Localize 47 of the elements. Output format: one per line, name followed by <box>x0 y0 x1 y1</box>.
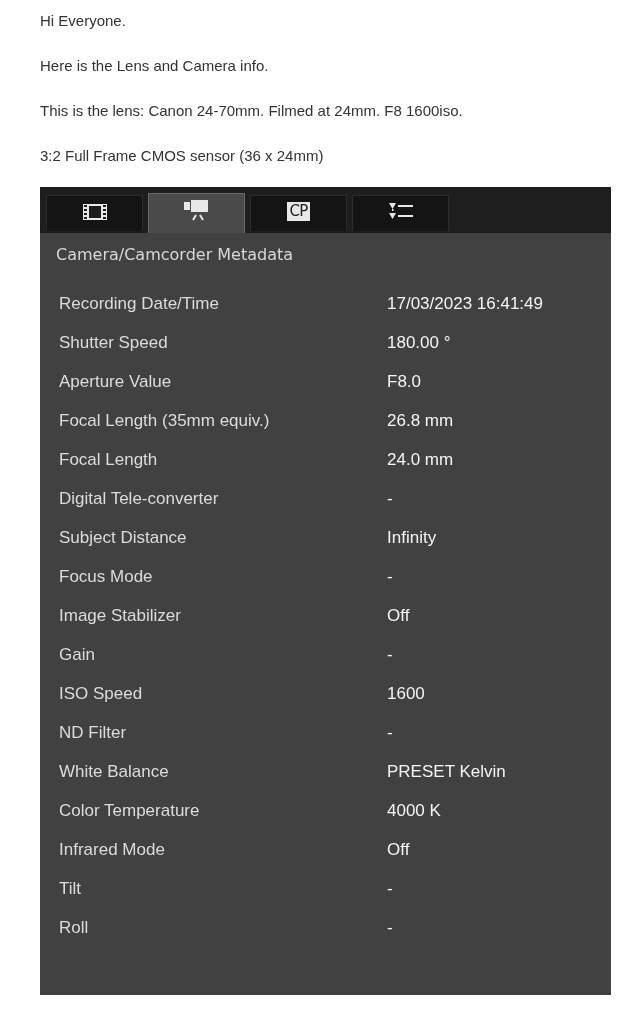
field-label: Recording Date/Time <box>59 293 220 315</box>
field-label: Gain <box>59 644 96 666</box>
tab[interactable]: CP <box>250 195 347 231</box>
paragraph: 3:2 Full Frame CMOS sensor (36 x 24mm) <box>40 146 325 166</box>
field-value: F8.0 <box>387 371 422 393</box>
field-label: Focus Mode <box>59 566 154 588</box>
field-label: Roll <box>59 917 90 939</box>
field-value: 1600 <box>387 683 425 705</box>
field-value: 24.0 mm <box>387 449 454 471</box>
tab[interactable] <box>148 193 245 233</box>
field-label: Infrared Mode <box>59 839 166 861</box>
field-value: Infinity <box>387 527 437 549</box>
field-value: Off <box>387 839 410 861</box>
field-value: Off <box>387 605 410 627</box>
field-label: Focal Length <box>59 449 159 471</box>
paragraph: This is the lens: Canon 24-70mm. Filmed at 24mm. F8 1600iso. <box>40 101 464 121</box>
field-value: - <box>387 917 393 939</box>
field-value: 180.00 ° <box>387 332 451 354</box>
paragraph: Here is the Lens and Camera info. <box>40 56 270 76</box>
list-icon <box>388 202 413 221</box>
tab[interactable] <box>352 195 449 231</box>
field-label: Aperture Value <box>59 371 173 393</box>
field-value: 4000 K <box>387 800 441 822</box>
panel-title: Camera/Camcorder Metadata <box>55 244 295 266</box>
field-label: White Balance <box>59 761 170 783</box>
field-value: - <box>387 488 393 510</box>
field-value: 17/03/2023 16:41:49 <box>387 293 543 315</box>
paragraph: Hi Everyone. <box>40 11 127 31</box>
film-icon <box>82 203 107 220</box>
field-label: Subject Distance <box>59 527 188 549</box>
field-label: Digital Tele-converter <box>59 488 220 510</box>
field-label: Color Temperature <box>59 800 201 822</box>
field-label: Image Stabilizer <box>59 605 182 627</box>
field-label: Focal Length (35mm equiv.) <box>59 410 271 432</box>
field-label: ND Filter <box>59 722 128 744</box>
field-label: ISO Speed <box>59 683 144 705</box>
cp-icon: CP <box>287 202 310 221</box>
field-value: - <box>387 722 393 744</box>
field-value: - <box>387 644 393 666</box>
field-label: Tilt <box>59 878 83 900</box>
field-value: - <box>387 566 393 588</box>
video-camera-icon <box>183 199 210 222</box>
field-label: Shutter Speed <box>59 332 169 354</box>
field-value: - <box>387 878 393 900</box>
field-value: 26.8 mm <box>387 410 454 432</box>
field-value: PRESET Kelvin <box>387 761 506 783</box>
tab[interactable] <box>46 195 143 231</box>
